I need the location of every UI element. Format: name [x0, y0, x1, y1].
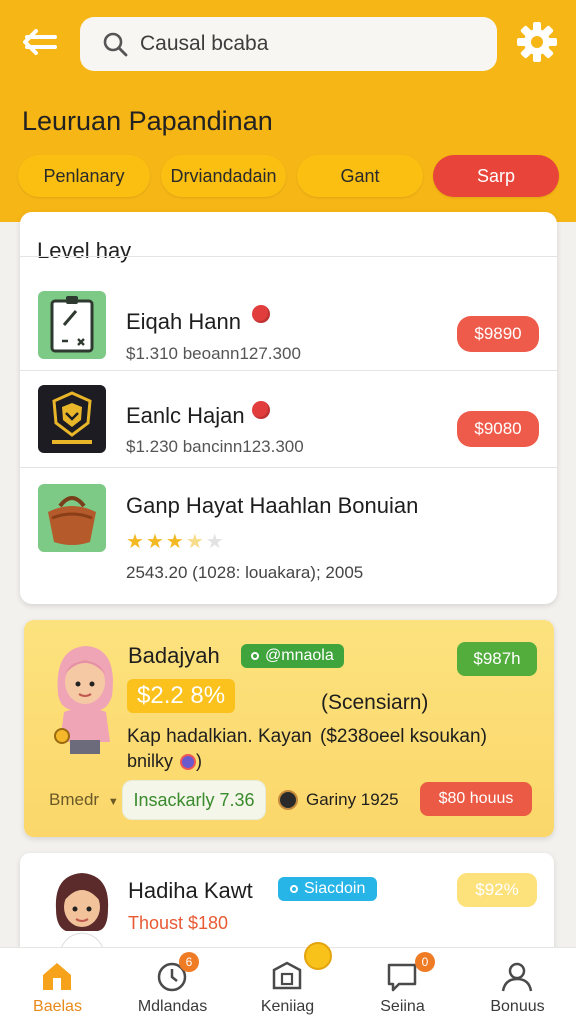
- gear-icon: [517, 22, 557, 62]
- rating-stars: ★ ★ ★ ★ ★: [126, 529, 226, 554]
- chip-drviandadain[interactable]: Drviandadain: [161, 155, 286, 197]
- back-arrow-icon: [23, 29, 57, 55]
- user-icon: [501, 962, 533, 992]
- featured-dropdown[interactable]: Bmedr ▼: [49, 790, 119, 810]
- list-item-sub: 2543.20 (1028: louakara); 2005: [126, 563, 364, 582]
- price-badge[interactable]: $9890: [457, 316, 539, 352]
- featured-bonus-button[interactable]: $80 houus: [420, 782, 532, 816]
- chat-icon: [387, 963, 417, 992]
- featured-screen-label: (Scensiarn): [321, 691, 429, 714]
- search-icon: [103, 32, 128, 57]
- list-item-sub: $1.230 bancinn123.300: [126, 437, 304, 456]
- star-icon: ★: [126, 531, 144, 553]
- featured-dropdown-label: Bmedr: [49, 790, 100, 809]
- chip-gant[interactable]: Gant: [297, 155, 423, 197]
- nav-label: Keniiag: [260, 998, 315, 1015]
- promo-coin-icon: [304, 942, 332, 970]
- second-price-badge[interactable]: $92%: [457, 873, 537, 907]
- price-badge[interactable]: $9080: [457, 411, 539, 447]
- nav-item-keniiag[interactable]: Keniiag: [230, 942, 345, 1024]
- list-item[interactable]: Eiqah Hann $1.310 beoann127.300 $9890: [20, 260, 557, 370]
- nav-label: Seiina: [380, 998, 425, 1015]
- featured-desc-line2: bnilky ): [127, 751, 202, 772]
- bag-icon: [38, 484, 106, 552]
- coin-icon: [278, 790, 298, 810]
- nav-item-mdlandas[interactable]: 6 Mdlandas: [115, 948, 230, 1024]
- second-tag[interactable]: Siacdoin: [278, 877, 378, 901]
- bottom-nav: Baelas 6 Mdlandas Keniiag 0 Seiina Bonuu…: [0, 942, 576, 1024]
- list-item[interactable]: Eanlc Hajan $1.230 bancinn123.300 $9080: [20, 371, 557, 467]
- chevron-down-icon: ▼: [107, 796, 119, 808]
- list-item-name: Ganp Hayat Haahlan Bonuian: [126, 493, 419, 518]
- nav-item-baelas[interactable]: Baelas: [0, 948, 115, 1024]
- featured-tag-label: @mnaola: [265, 647, 334, 664]
- home-icon: [43, 963, 71, 990]
- featured-desc-close-paren: ): [196, 751, 203, 771]
- star-empty-icon: ★: [205, 531, 224, 553]
- featured-price-badge[interactable]: $987h: [457, 642, 537, 676]
- page-title: Leuruan Papandinan: [22, 106, 273, 136]
- featured-status-badge[interactable]: Insackarly 7.36: [122, 780, 266, 820]
- list-item-name: Eiqah Hann: [126, 309, 241, 334]
- tablet-icon: [38, 291, 106, 359]
- list-item-sub: $1.310 beoann127.300: [126, 344, 301, 363]
- second-sub: Thoust $180: [128, 913, 229, 933]
- tag-dot-icon: [251, 652, 259, 660]
- level-list-card: Level hay Eiqah Hann $1.310 beoann127.30…: [20, 212, 557, 604]
- nav-label: Bonuus: [490, 998, 545, 1015]
- settings-button[interactable]: [515, 20, 559, 64]
- notification-badge: 0: [415, 952, 435, 972]
- featured-card[interactable]: Badajyah @mnaola $987h $2.2 8% (Scensiar…: [24, 620, 554, 837]
- chip-sarp[interactable]: Sarp: [433, 155, 559, 197]
- shield-badge-icon: [38, 385, 106, 453]
- star-icon: ★: [165, 531, 184, 553]
- chip-penlanary[interactable]: Penlanary: [18, 155, 150, 197]
- star-icon: ★: [145, 531, 164, 553]
- app-header: Causal bcaba Leuruan Papandinan Penlanar…: [0, 0, 576, 222]
- notification-badge: 6: [179, 952, 199, 972]
- featured-amount: $2.2 8%: [127, 679, 236, 713]
- avatar: [54, 646, 113, 754]
- featured-coin-text: Gariny 1925: [306, 790, 399, 809]
- search-input[interactable]: Causal bcaba: [140, 32, 268, 56]
- star-half-icon: ★: [185, 531, 204, 553]
- tag-dot-icon: [290, 885, 298, 893]
- featured-desc-right: ($238oeel ksoukan): [320, 726, 487, 747]
- featured-name: Badajyah: [128, 643, 220, 668]
- status-dot: [252, 401, 270, 419]
- divider: [20, 256, 557, 257]
- featured-desc-line2-text: bnilky: [127, 751, 174, 771]
- nav-item-bonuus[interactable]: Bonuus: [460, 948, 575, 1024]
- nav-label: Mdlandas: [137, 998, 208, 1015]
- globe-icon: [180, 754, 197, 771]
- featured-desc-left: Kap hadalkian. Kayan: [127, 726, 312, 747]
- nav-label: Baelas: [33, 998, 82, 1015]
- back-button[interactable]: [18, 24, 62, 60]
- status-dot: [252, 305, 270, 323]
- list-item[interactable]: [20, 468, 557, 604]
- featured-tag[interactable]: @mnaola: [241, 644, 344, 668]
- nav-item-seiina[interactable]: 0 Seiina: [345, 948, 460, 1024]
- second-tag-label: Siacdoin: [304, 880, 366, 897]
- list-item-name: Eanlc Hajan: [126, 403, 245, 428]
- box-icon: [272, 961, 302, 990]
- search-bar[interactable]: Causal bcaba: [80, 17, 497, 71]
- second-name: Hadiha Kawt: [128, 878, 253, 903]
